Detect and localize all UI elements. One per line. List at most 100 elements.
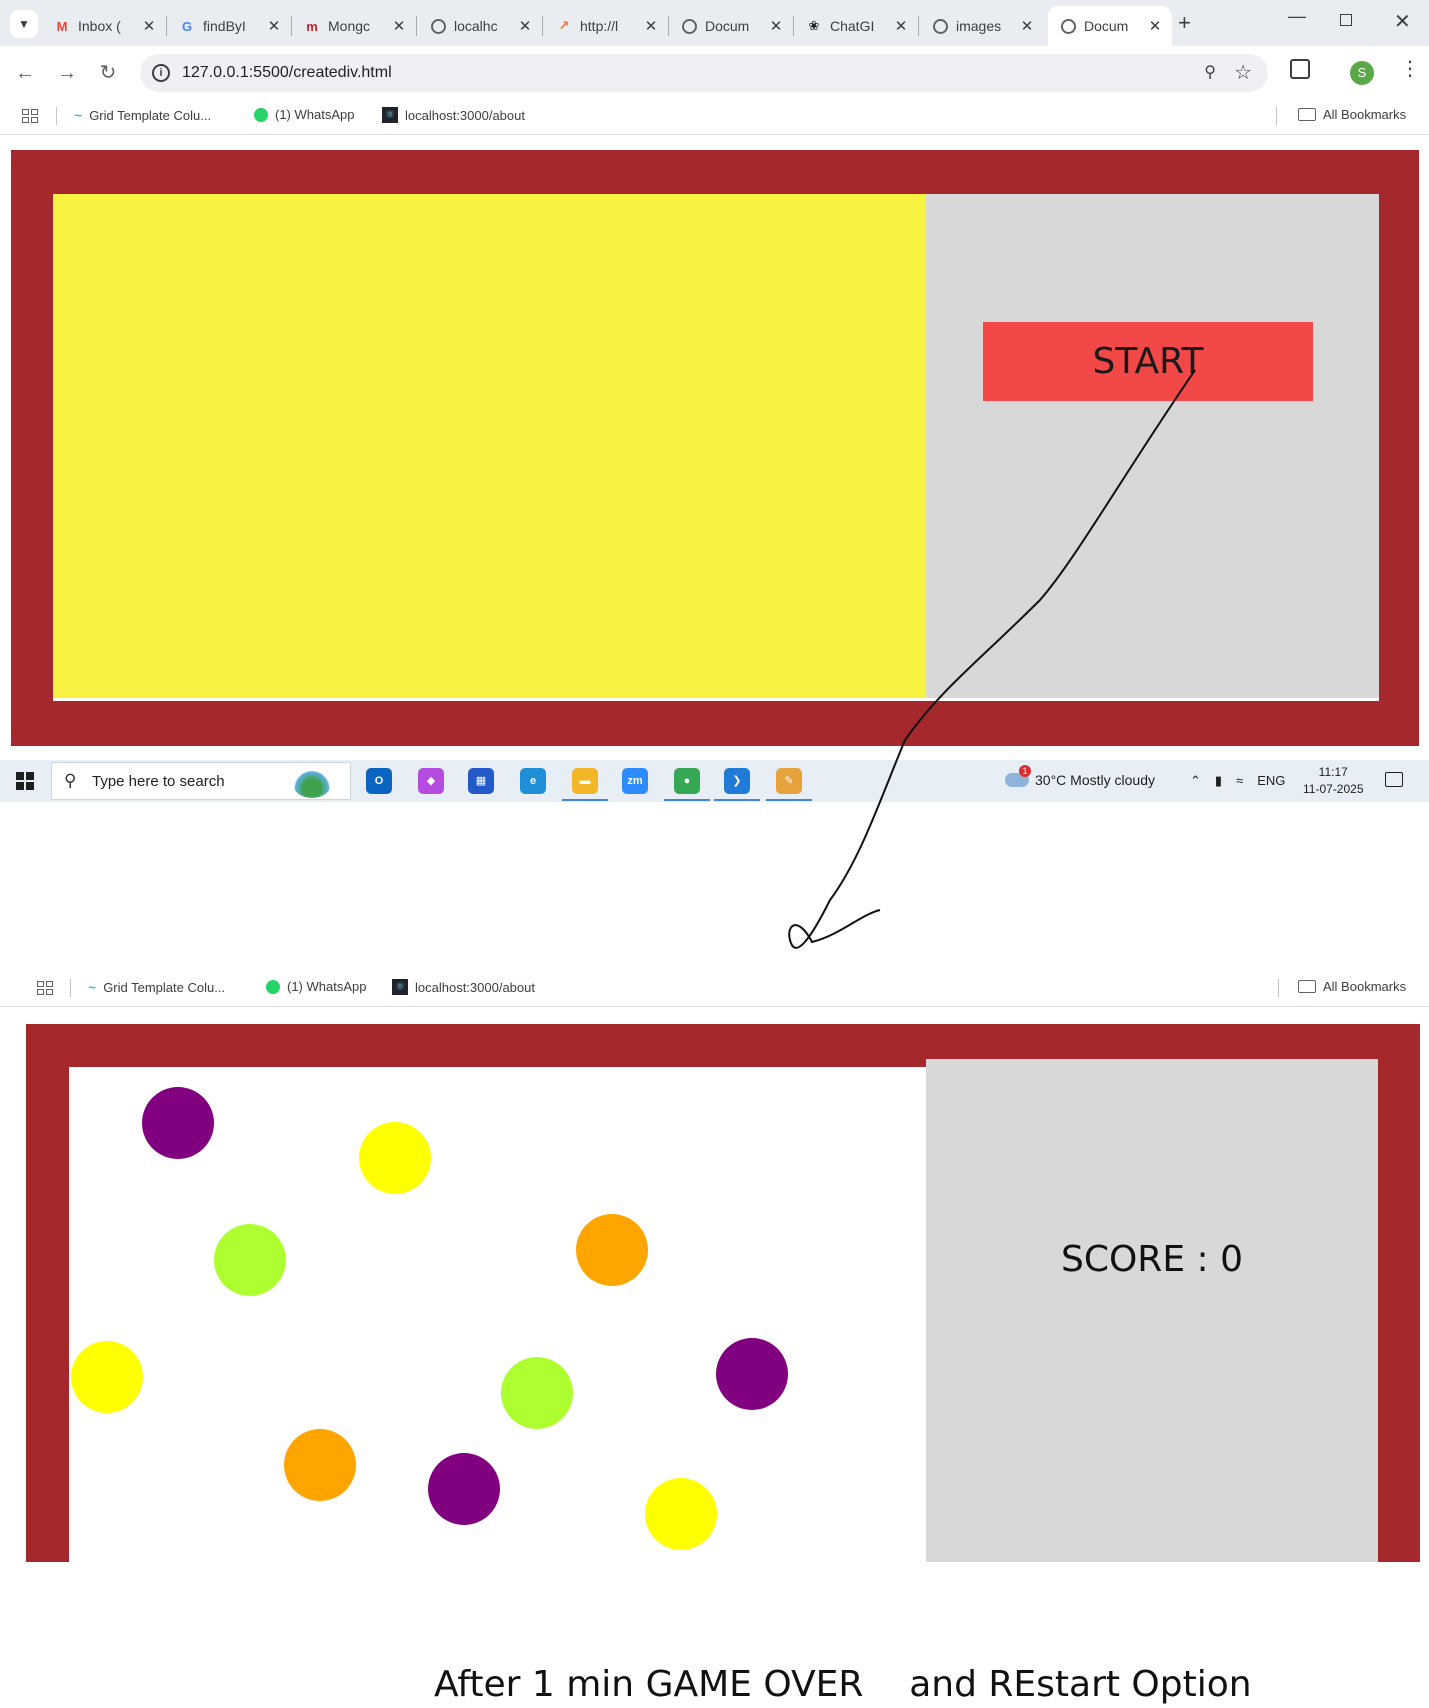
bubble[interactable] xyxy=(214,1224,286,1296)
language-indicator[interactable]: ENG xyxy=(1257,773,1285,789)
vscode-icon[interactable]: ❯ xyxy=(724,768,750,794)
browser-tab[interactable]: ❀ ChatGI ✕ xyxy=(794,6,919,46)
bookmark-star-icon[interactable]: ☆ xyxy=(1234,60,1252,85)
bubble[interactable] xyxy=(428,1453,500,1525)
bubble[interactable] xyxy=(284,1429,356,1501)
game-inner: START xyxy=(53,194,1379,701)
tab-title: Mongc xyxy=(328,18,371,34)
clock[interactable]: 11:17 11-07-2025 xyxy=(1303,764,1364,798)
bookmark-grid-template[interactable]: ~ Grid Template Colu... xyxy=(74,107,211,123)
notification-icon[interactable] xyxy=(1385,772,1403,787)
profile-avatar[interactable]: S xyxy=(1350,61,1374,85)
url-text[interactable]: 127.0.0.1:5500/creatediv.html xyxy=(182,64,392,82)
tailwind-icon: ~ xyxy=(74,107,83,123)
paint-icon[interactable]: ✎ xyxy=(776,768,802,794)
postman-icon: ↗ xyxy=(558,18,570,33)
game-container-after: SCORE : 0 xyxy=(26,1024,1420,1562)
bookmark-whatsapp[interactable]: (1) WhatsApp xyxy=(254,107,354,122)
chrome-icon[interactable]: ● xyxy=(674,768,700,794)
tab-search-button[interactable]: ▼ xyxy=(10,10,38,38)
search-icon: ⚲ xyxy=(64,771,77,790)
windows-taskbar: ⚲ Type here to search O ◆ ▦ e ▬ zm ● ❯ ✎ 30°C Mo… xyxy=(0,760,1429,802)
zoom-icon[interactable]: ⚲ xyxy=(1204,62,1216,82)
start-button[interactable]: START xyxy=(983,322,1313,401)
caption-text: After 1 min GAME OVER and REstart Option xyxy=(434,1664,1252,1705)
tailwind-icon: ~ xyxy=(88,979,97,995)
globe-icon xyxy=(932,18,948,34)
bookmark-localhost[interactable]: ⚛ localhost:3000/about xyxy=(392,979,535,995)
bookmarks-bar-top: ~ Grid Template Colu... (1) WhatsApp ⚛ loc… xyxy=(0,97,1429,135)
browser-tab[interactable]: ↗ http://l ✕ xyxy=(544,6,669,46)
store-icon[interactable]: ▦ xyxy=(468,768,494,794)
restore-button[interactable] xyxy=(1340,14,1352,26)
tab-close-icon[interactable]: ✕ xyxy=(892,17,910,35)
tab-close-icon[interactable]: ✕ xyxy=(767,17,785,35)
globe-icon xyxy=(1060,18,1076,34)
whatsapp-icon xyxy=(266,979,280,994)
bookmark-grid-template[interactable]: ~ Grid Template Colu... xyxy=(88,979,225,995)
apps-grid-icon[interactable] xyxy=(37,981,53,995)
site-info-icon[interactable]: i xyxy=(152,64,170,82)
minimize-button[interactable]: — xyxy=(1288,6,1306,27)
battery-icon[interactable]: ▮ xyxy=(1215,773,1222,789)
tab-title: Docum xyxy=(705,18,750,34)
forward-button[interactable]: → xyxy=(52,58,82,88)
extensions-icon[interactable] xyxy=(1290,59,1310,79)
all-bookmarks[interactable]: All Bookmarks xyxy=(1298,979,1406,994)
tab-close-icon[interactable]: ✕ xyxy=(642,17,660,35)
tab-close-icon[interactable]: ✕ xyxy=(390,17,408,35)
play-area xyxy=(53,194,926,698)
tab-close-icon[interactable]: ✕ xyxy=(516,17,534,35)
browser-tab[interactable]: Docum ✕ xyxy=(669,6,794,46)
bubble[interactable] xyxy=(71,1341,143,1413)
tab-title: images xyxy=(956,18,1002,34)
tab-close-icon[interactable]: ✕ xyxy=(265,17,283,35)
outlook-icon[interactable]: O xyxy=(366,768,392,794)
browser-tab-bar: ▼ M Inbox (✕ GfindByI ✕ m Mongc ✕ localhc ✕ ↗ http… xyxy=(0,0,1429,46)
bookmark-localhost[interactable]: ⚛ localhost:3000/about xyxy=(382,107,525,123)
clock-date: 11-07-2025 xyxy=(1303,782,1364,796)
tab-close-icon[interactable]: ✕ xyxy=(1146,17,1164,35)
score-display: SCORE : 0 xyxy=(1060,1239,1243,1280)
browser-tab[interactable]: images ✕ xyxy=(920,6,1044,46)
bubble[interactable] xyxy=(501,1357,573,1429)
copilot-icon[interactable]: ◆ xyxy=(418,768,444,794)
whatsapp-icon xyxy=(254,107,268,122)
new-tab-button[interactable]: + xyxy=(1178,10,1191,36)
tab-close-icon[interactable]: ✕ xyxy=(140,17,158,35)
browser-tab[interactable]: M Inbox (✕ xyxy=(42,6,167,46)
back-button[interactable]: ← xyxy=(10,58,40,88)
browser-tab[interactable]: GfindByI ✕ xyxy=(167,6,292,46)
tab-close-icon[interactable]: ✕ xyxy=(1018,17,1036,35)
gmail-icon: M xyxy=(56,18,68,34)
address-bar[interactable]: i 127.0.0.1:5500/creatediv.html ⚲ ☆ xyxy=(140,54,1268,92)
bubble[interactable] xyxy=(716,1338,788,1410)
browser-tab[interactable]: m Mongc ✕ xyxy=(292,6,417,46)
close-window-button[interactable]: ✕ xyxy=(1394,9,1411,34)
browser-tab[interactable]: localhc ✕ xyxy=(418,6,543,46)
running-indicator xyxy=(562,799,608,801)
score-panel: SCORE : 0 xyxy=(926,1059,1378,1562)
edge-icon[interactable]: e xyxy=(520,768,546,794)
bubble[interactable] xyxy=(645,1478,717,1550)
tab-title: ChatGI xyxy=(830,18,875,34)
all-bookmarks[interactable]: All Bookmarks xyxy=(1298,107,1406,122)
reload-button[interactable]: ↻ xyxy=(93,58,123,88)
apps-grid-icon[interactable] xyxy=(22,109,38,123)
browser-tab[interactable]: Docum ✕ xyxy=(1048,6,1172,46)
bubble[interactable] xyxy=(359,1122,431,1194)
bookmark-whatsapp[interactable]: (1) WhatsApp xyxy=(266,979,366,994)
zoom-icon[interactable]: zm xyxy=(622,768,648,794)
chevron-up-icon[interactable]: ⌃ xyxy=(1190,773,1201,789)
menu-icon[interactable]: ⋮ xyxy=(1400,56,1420,81)
tab-title: Docum xyxy=(1084,18,1129,34)
taskbar-search-box[interactable]: ⚲ Type here to search xyxy=(51,762,351,800)
wifi-icon[interactable]: ≈ xyxy=(1236,773,1243,789)
tab-title: findByI xyxy=(203,18,246,34)
bubble[interactable] xyxy=(576,1214,648,1286)
windows-start-icon[interactable] xyxy=(16,772,34,790)
bubble[interactable] xyxy=(142,1087,214,1159)
folder-icon xyxy=(1298,108,1316,121)
file-explorer-icon[interactable]: ▬ xyxy=(572,768,598,794)
weather-widget[interactable]: 30°C Mostly cloudy xyxy=(1005,765,1155,788)
